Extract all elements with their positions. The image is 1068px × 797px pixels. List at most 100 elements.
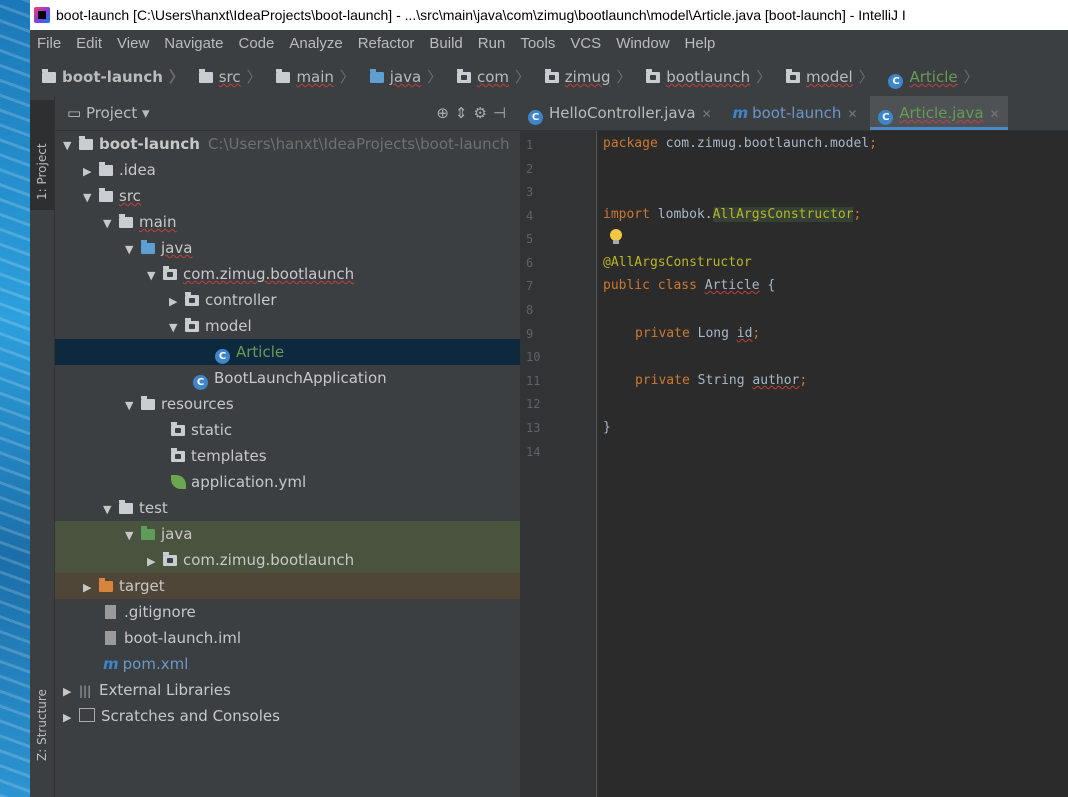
tree-item-package-main[interactable]: ▼ com.zimug.bootlaunch [55, 261, 520, 287]
left-tool-stripe: 1: Project Z: Structure [30, 96, 55, 797]
folder-icon [119, 214, 133, 228]
tab-boot-launch[interactable]: m boot-launch ✕ [724, 96, 865, 130]
expand-arrow-icon[interactable]: ▶ [83, 575, 99, 601]
tree-item-target[interactable]: ▶ target [55, 573, 520, 599]
tree-item-test[interactable]: ▼ test [55, 495, 520, 521]
folder-icon [99, 162, 113, 176]
tree-item-main[interactable]: ▼ main [55, 209, 520, 235]
tree-item-templates[interactable]: templates [55, 443, 520, 469]
expand-arrow-icon[interactable]: ▶ [147, 549, 163, 575]
menu-build[interactable]: Build [429, 35, 462, 52]
gear-icon[interactable]: ⚙ [473, 104, 492, 122]
tree-item-idea[interactable]: ▶ .idea [55, 157, 520, 183]
expand-arrow-icon[interactable]: ▼ [147, 263, 163, 289]
expand-arrow-icon[interactable]: ▶ [169, 289, 185, 315]
menu-refactor[interactable]: Refactor [358, 35, 415, 52]
menu-tools[interactable]: Tools [520, 35, 555, 52]
menu-code[interactable]: Code [238, 35, 274, 52]
breadcrumb-zimug[interactable]: zimug 〉 [544, 58, 632, 96]
close-icon[interactable]: ✕ [702, 107, 712, 121]
package-icon [456, 69, 471, 83]
breadcrumb-main[interactable]: main 〉 [276, 58, 355, 96]
class-icon: C [528, 110, 543, 125]
folder-icon [99, 188, 113, 202]
class-icon: C [215, 349, 230, 364]
tree-item-external-libraries[interactable]: ▶ ||| External Libraries [55, 677, 520, 703]
menu-help[interactable]: Help [685, 35, 716, 52]
class-icon: C [888, 74, 904, 89]
breadcrumb-src[interactable]: src 〉 [198, 58, 262, 96]
menu-navigate[interactable]: Navigate [164, 35, 223, 52]
tree-item-test-java[interactable]: ▼ java [55, 521, 520, 547]
package-icon [185, 292, 199, 306]
expand-arrow-icon[interactable]: ▼ [125, 393, 141, 419]
tree-item-package-test[interactable]: ▶ com.zimug.bootlaunch [55, 547, 520, 573]
project-view-selector[interactable]: ▭ Project ▾ [67, 104, 150, 122]
tree-item-static[interactable]: static [55, 417, 520, 443]
expand-arrow-icon[interactable]: ▼ [103, 497, 119, 523]
code-line-field-id: private Long id; [635, 326, 761, 341]
breadcrumb-java[interactable]: java 〉 [369, 58, 442, 96]
line-number: 7 [526, 279, 534, 293]
expand-arrow-icon[interactable]: ▶ [63, 705, 79, 731]
close-icon[interactable]: ✕ [990, 107, 1000, 121]
breadcrumb-project[interactable]: boot-launch 〉 [42, 58, 184, 96]
menu-analyze[interactable]: Analyze [289, 35, 342, 52]
breadcrumb-com[interactable]: com 〉 [456, 58, 530, 96]
expand-arrow-icon[interactable]: ▼ [103, 211, 119, 237]
menu-edit[interactable]: Edit [76, 35, 102, 52]
menu-window[interactable]: Window [616, 35, 669, 52]
code-editor[interactable]: 1 2 3 4 5 6 7 8 9 10 11 12 13 14 package… [520, 131, 1068, 797]
collapse-all-icon[interactable]: ⇕ [455, 104, 474, 122]
tree-item-java[interactable]: ▼ java [55, 235, 520, 261]
tree-item-model[interactable]: ▼ model [55, 313, 520, 339]
tree-item-bootlaunchapplication[interactable]: C BootLaunchApplication [55, 365, 520, 391]
tree-item-iml[interactable]: boot-launch.iml [55, 625, 520, 651]
tree-item-boot-launch[interactable]: ▼ boot-launch C:\Users\hanxt\IdeaProjects\… [55, 131, 520, 157]
folder-icon [276, 69, 291, 83]
expand-arrow-icon[interactable]: ▶ [83, 159, 99, 185]
expand-arrow-icon[interactable]: ▼ [63, 133, 79, 159]
expand-arrow-icon[interactable]: ▼ [169, 315, 185, 341]
project-tool-tab[interactable]: 1: Project [30, 100, 54, 210]
tree-item-scratches[interactable]: ▶ Scratches and Consoles [55, 703, 520, 729]
maven-icon: m [732, 104, 749, 122]
menu-file[interactable]: File [37, 35, 61, 52]
line-number: 14 [526, 445, 541, 459]
maven-icon: m [103, 655, 119, 673]
hide-icon[interactable]: ⊣ [493, 104, 512, 122]
close-icon[interactable]: ✕ [847, 107, 857, 121]
menu-vcs[interactable]: VCS [570, 35, 601, 52]
breadcrumb-model[interactable]: model 〉 [785, 58, 874, 96]
breadcrumb-bootlaunch[interactable]: bootlaunch 〉 [646, 58, 771, 96]
tree-item-gitignore[interactable]: .gitignore [55, 599, 520, 625]
tree-item-resources[interactable]: ▼ resources [55, 391, 520, 417]
tree-item-article[interactable]: C Article [55, 339, 520, 365]
project-panel-toolbar: ⊕⇕⚙⊣ [436, 96, 512, 130]
package-icon [785, 69, 800, 83]
window-title: boot-launch [C:\Users\hanxt\IdeaProjects… [56, 7, 906, 23]
expand-arrow-icon[interactable]: ▼ [125, 523, 141, 549]
package-icon [185, 318, 199, 332]
desktop-background [0, 0, 30, 797]
menu-bar: File Edit View Navigate Code Analyze Refactor B… [30, 30, 1068, 58]
line-number: 8 [526, 303, 534, 317]
tree-item-application-yml[interactable]: application.yml [55, 469, 520, 495]
tab-article[interactable]: C Article.java ✕ [870, 96, 1009, 130]
line-number: 9 [526, 327, 534, 341]
expand-arrow-icon[interactable]: ▶ [63, 679, 79, 705]
menu-run[interactable]: Run [478, 35, 506, 52]
expand-arrow-icon[interactable]: ▼ [125, 237, 141, 263]
tree-item-controller[interactable]: ▶ controller [55, 287, 520, 313]
tree-item-pom-xml[interactable]: m pom.xml [55, 651, 520, 677]
breadcrumb-article[interactable]: C Article 〉 [888, 58, 979, 96]
tab-hellocontroller[interactable]: C HelloController.java ✕ [520, 96, 720, 130]
resources-folder-icon [141, 396, 155, 410]
code-line-annotation: @AllArgsConstructor [603, 255, 752, 270]
expand-arrow-icon[interactable]: ▼ [83, 185, 99, 211]
locate-icon[interactable]: ⊕ [436, 104, 455, 122]
structure-tool-tab[interactable]: Z: Structure [30, 656, 54, 766]
intention-bulb-icon[interactable] [610, 229, 622, 244]
tree-item-src[interactable]: ▼ src [55, 183, 520, 209]
menu-view[interactable]: View [117, 35, 149, 52]
